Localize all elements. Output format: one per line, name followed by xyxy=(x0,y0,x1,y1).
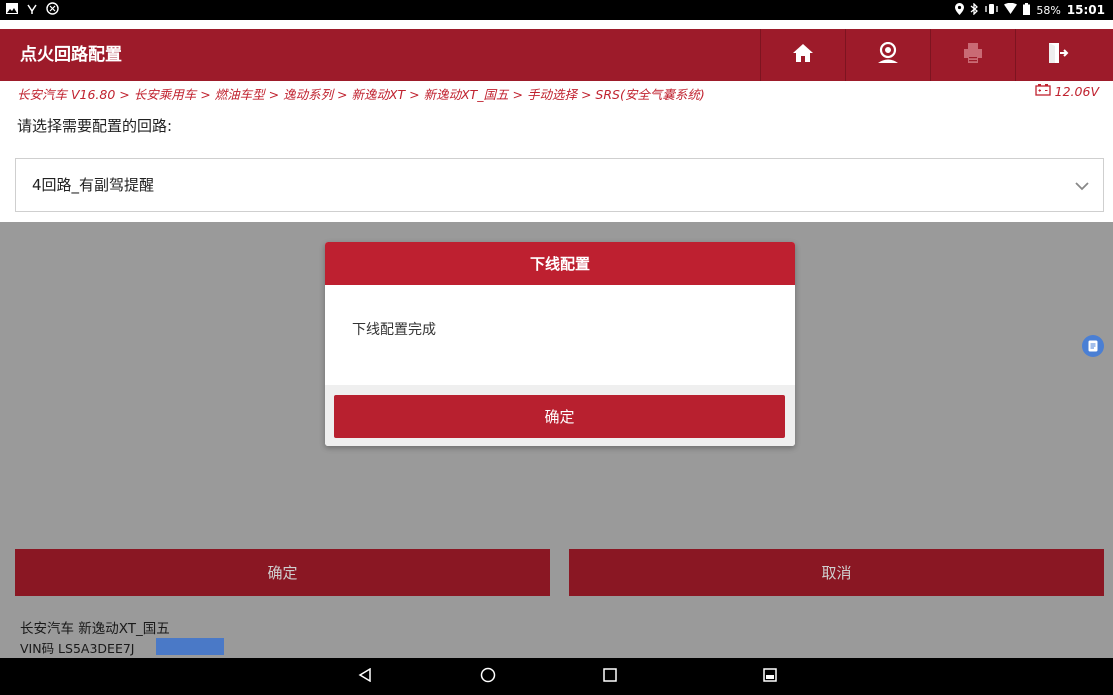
battery-percent: 58% xyxy=(1036,3,1061,17)
bluetooth-app-icon xyxy=(46,2,59,18)
user-button[interactable] xyxy=(846,29,930,81)
dialog-footer: 确定 xyxy=(325,385,795,446)
back-icon xyxy=(358,667,372,686)
user-icon xyxy=(876,41,900,68)
usb-debug-icon xyxy=(26,3,38,18)
status-bar: 58% 15:01 xyxy=(0,0,1113,20)
circuit-select-value: 4回路_有副驾提醒 xyxy=(32,176,155,194)
print-icon xyxy=(962,42,984,68)
recents-button[interactable] xyxy=(590,658,630,695)
confirm-button[interactable]: 确定 xyxy=(15,549,550,596)
vehicle-name: 长安汽车 新逸动XT_国五 xyxy=(20,621,170,637)
breadcrumb: 长安汽车 V16.80 > 长安乘用车 > 燃油车型 > 逸动系列 > 新逸动X… xyxy=(17,87,705,102)
screenshot-icon xyxy=(763,667,777,686)
dialog-ok-label: 确定 xyxy=(544,408,575,426)
exit-icon xyxy=(1047,42,1069,68)
voltage-value: 12.06V xyxy=(1054,84,1099,99)
dialog-message: 下线配置完成 xyxy=(352,322,436,338)
chevron-down-icon xyxy=(1075,176,1089,195)
vin-number: VIN码 LS5A3DEE7J xyxy=(20,641,135,656)
vibrate-icon xyxy=(985,3,998,18)
battery-voltage-icon xyxy=(1035,84,1051,99)
print-button[interactable] xyxy=(931,29,1015,81)
floating-notes-button[interactable] xyxy=(1082,335,1104,357)
confirm-button-label: 确定 xyxy=(267,564,298,582)
circuit-select[interactable]: 4回路_有副驾提醒 xyxy=(15,158,1104,212)
page-title: 点火回路配置 xyxy=(20,45,122,65)
location-icon xyxy=(955,2,965,18)
bluetooth-icon xyxy=(970,1,979,18)
navigation-bar xyxy=(0,658,1113,695)
vehicle-info: 长安汽车 新逸动XT_国五 VIN码 LS5A3DEE7J xyxy=(0,603,1113,658)
config-dialog: 下线配置 下线配置完成 确定 xyxy=(325,242,795,446)
cancel-button[interactable]: 取消 xyxy=(569,549,1104,596)
clock: 15:01 xyxy=(1066,3,1105,17)
dialog-title: 下线配置 xyxy=(325,242,795,285)
back-button[interactable] xyxy=(345,658,385,695)
voltage-indicator: 12.06V xyxy=(1035,84,1099,99)
home-button[interactable] xyxy=(761,29,845,81)
screenshot-button[interactable] xyxy=(750,658,790,695)
notes-icon xyxy=(1088,337,1098,356)
vin-redaction xyxy=(156,638,224,655)
home-circle-icon xyxy=(480,667,496,687)
battery-icon xyxy=(1023,2,1031,18)
recents-icon xyxy=(603,667,617,686)
home-icon xyxy=(792,43,814,67)
gallery-icon xyxy=(6,3,18,17)
wifi-icon xyxy=(1004,2,1018,17)
cancel-button-label: 取消 xyxy=(821,564,852,582)
circuit-prompt: 请选择需要配置的回路: xyxy=(17,117,173,135)
dialog-ok-button[interactable]: 确定 xyxy=(334,395,785,438)
title-bar: 点火回路配置 xyxy=(0,29,1113,81)
home-nav-button[interactable] xyxy=(468,658,508,695)
exit-button[interactable] xyxy=(1016,29,1100,81)
